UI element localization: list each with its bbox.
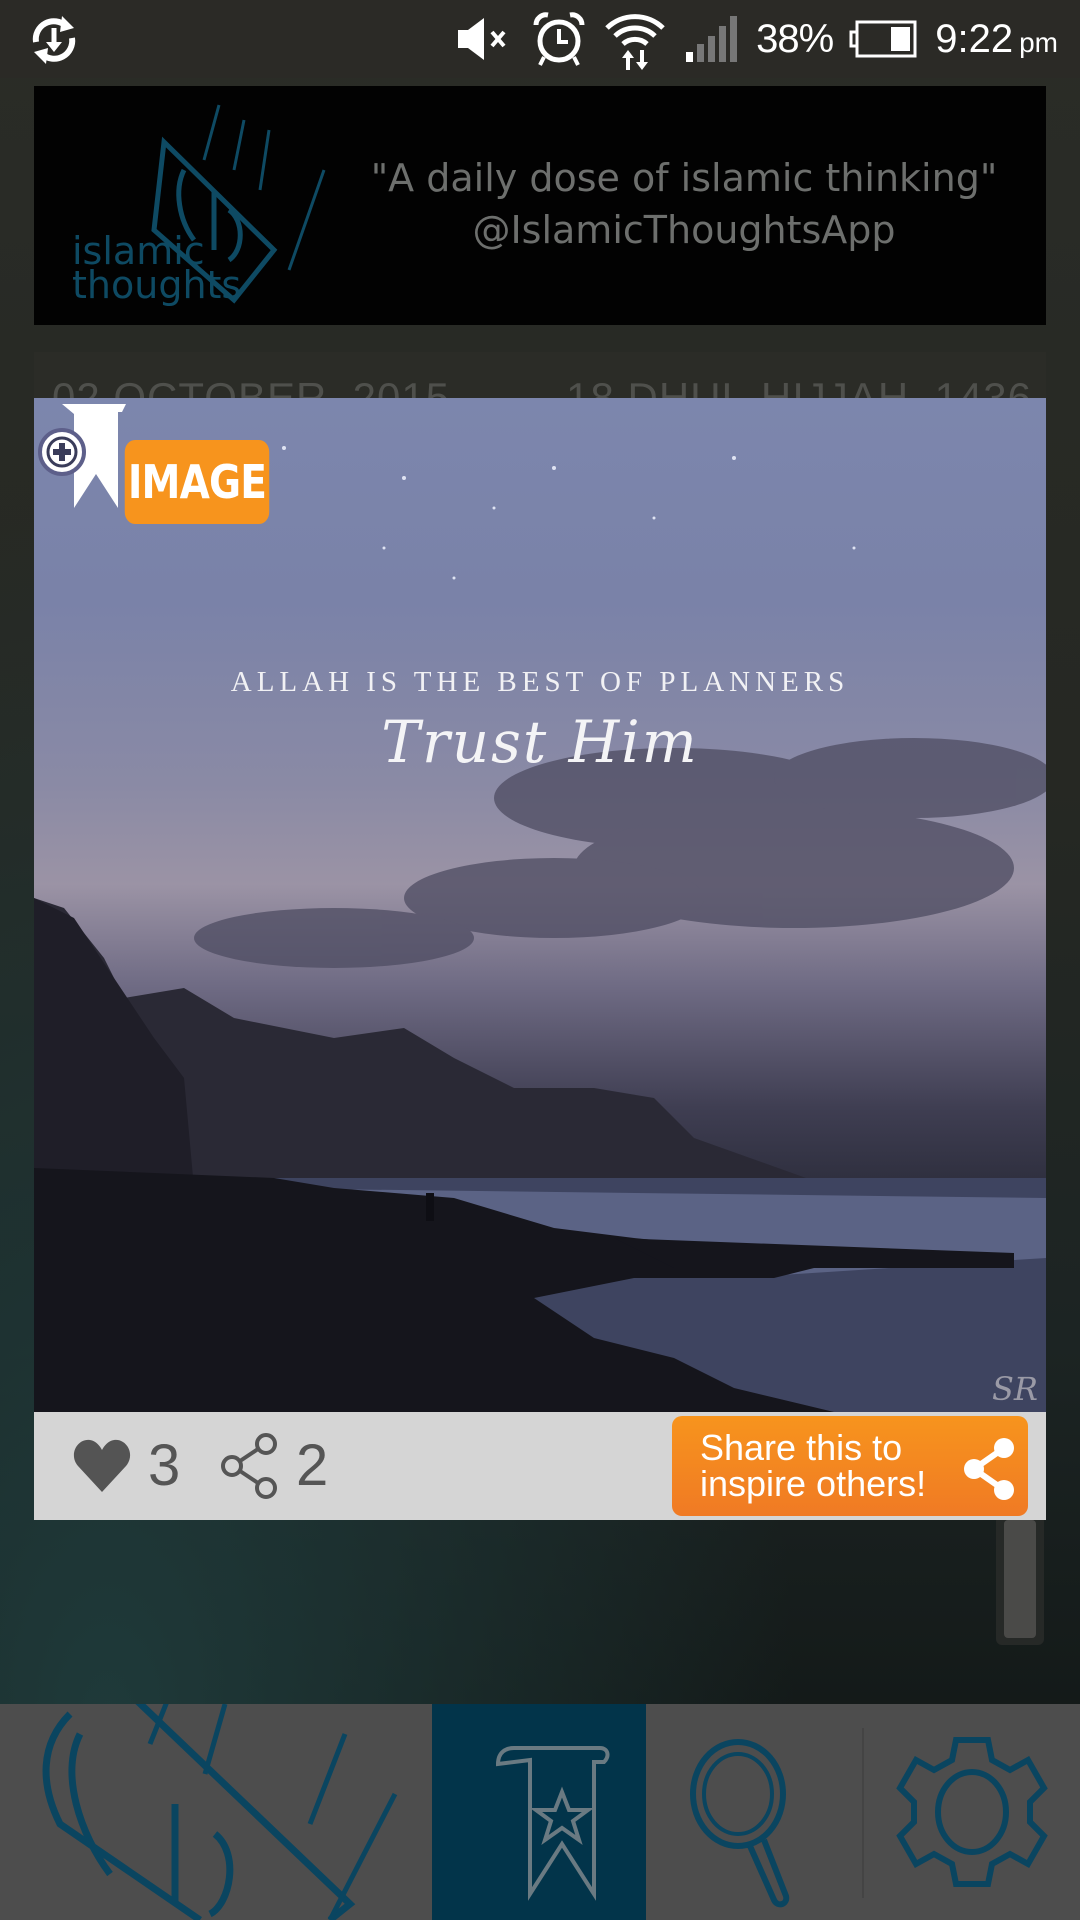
battery-icon xyxy=(849,20,917,58)
tagline: "A daily dose of islamic thinking" @Isla… xyxy=(344,152,1024,256)
bottom-navigation xyxy=(0,1704,1080,1920)
app-banner: islamic thoughts "A daily dose of islami… xyxy=(34,86,1046,325)
wifi-icon xyxy=(605,14,665,70)
logo-line-2: thoughts xyxy=(72,263,242,307)
quote-image[interactable]: IMAGE ALLAH IS THE BEST OF PLANNERS Trus… xyxy=(34,398,1046,1412)
quote-script: Trust Him xyxy=(381,708,699,776)
volume-muted-icon xyxy=(458,18,506,60)
heart-icon[interactable] xyxy=(72,1438,132,1494)
clock: 9:22 pm xyxy=(935,17,1058,62)
share-icon xyxy=(964,1438,1014,1500)
gear-icon xyxy=(896,1737,1048,1887)
cell-signal-icon xyxy=(686,16,738,62)
scrollbar-thumb[interactable] xyxy=(1004,1520,1036,1638)
share-button-line-1: Share this to xyxy=(700,1427,903,1468)
nav-settings[interactable] xyxy=(864,1704,1080,1920)
nav-search[interactable] xyxy=(646,1704,862,1920)
content-type-badge: IMAGE xyxy=(124,440,270,524)
alarm-icon xyxy=(533,12,585,66)
share-count: 2 xyxy=(296,1433,329,1498)
share-count-icon[interactable] xyxy=(220,1432,280,1500)
nav-home-logo[interactable] xyxy=(0,1704,432,1920)
tagline-text: "A daily dose of islamic thinking" xyxy=(370,156,998,200)
clock-ampm: pm xyxy=(1019,26,1058,58)
bookmark-star-icon xyxy=(495,1746,610,1901)
card-actions: 3 2 Share this to inspire others! xyxy=(34,1412,1046,1520)
bookmark-add-icon[interactable] xyxy=(34,398,134,512)
nav-bookmarks[interactable] xyxy=(432,1704,646,1920)
quote-title: ALLAH IS THE BEST OF PLANNERS xyxy=(230,666,850,698)
clock-time: 9:22 xyxy=(935,16,1014,61)
artist-signature: SR xyxy=(991,1370,1038,1408)
image-card: IMAGE ALLAH IS THE BEST OF PLANNERS Trus… xyxy=(34,398,1046,1520)
share-button-label: Share this to inspire others! xyxy=(700,1430,950,1502)
like-count: 3 xyxy=(148,1433,181,1498)
share-button[interactable]: Share this to inspire others! xyxy=(672,1416,1028,1516)
sync-icon xyxy=(32,16,76,64)
twitter-handle: @IslamicThoughtsApp xyxy=(472,208,896,252)
landscape-illustration xyxy=(34,446,1046,1412)
logo-wordmark: islamic thoughts xyxy=(72,232,242,307)
search-icon xyxy=(690,1739,790,1908)
status-bar: 38% 9:22 pm xyxy=(0,0,1080,78)
battery-percent: 38% xyxy=(756,16,834,61)
share-button-line-2: inspire others! xyxy=(700,1463,927,1504)
app-logo-icon xyxy=(42,1704,398,1920)
